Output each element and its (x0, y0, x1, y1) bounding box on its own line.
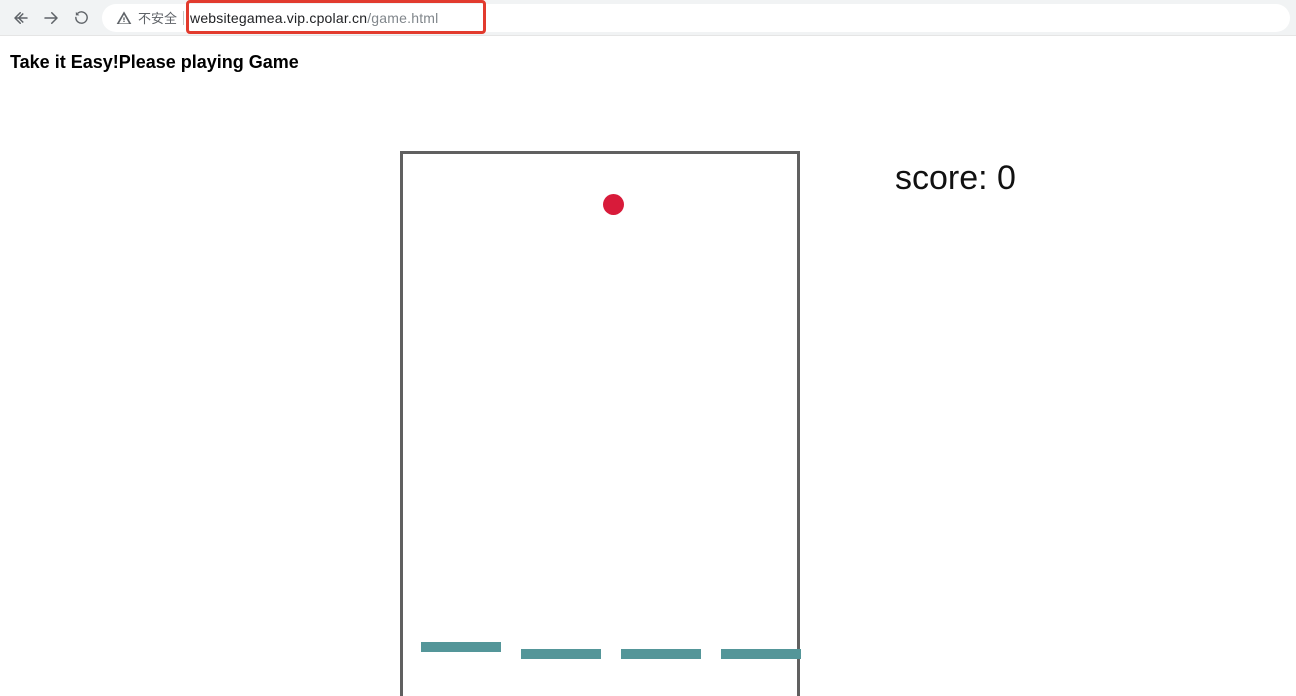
url-text: websitegamea.vip.cpolar.cn/game.html (190, 10, 438, 26)
warning-icon (116, 10, 132, 26)
platform-1 (521, 649, 601, 659)
forward-button[interactable] (36, 3, 66, 33)
insecure-label: 不安全 (138, 8, 177, 27)
page-heading: Take it Easy!Please playing Game (0, 36, 1296, 89)
reload-button[interactable] (66, 3, 96, 33)
arrow-right-icon (42, 9, 60, 27)
game-ball (603, 194, 624, 215)
url-path: /game.html (367, 10, 438, 26)
score-display: score: 0 (895, 159, 1016, 198)
page-body: Take it Easy!Please playing Game score: … (0, 36, 1296, 89)
separator (183, 11, 184, 25)
score-value: 0 (997, 159, 1016, 197)
browser-toolbar: 不安全 websitegamea.vip.cpolar.cn/game.html (0, 0, 1296, 36)
platform-0 (421, 642, 501, 652)
platform-2 (621, 649, 701, 659)
reload-icon (73, 9, 90, 26)
arrow-left-icon (12, 9, 30, 27)
address-bar[interactable]: 不安全 websitegamea.vip.cpolar.cn/game.html (102, 4, 1290, 32)
score-label: score: (895, 159, 997, 197)
url-host: websitegamea.vip.cpolar.cn (190, 10, 367, 26)
back-button[interactable] (6, 3, 36, 33)
platform-3 (721, 649, 801, 659)
game-canvas[interactable] (400, 151, 800, 696)
